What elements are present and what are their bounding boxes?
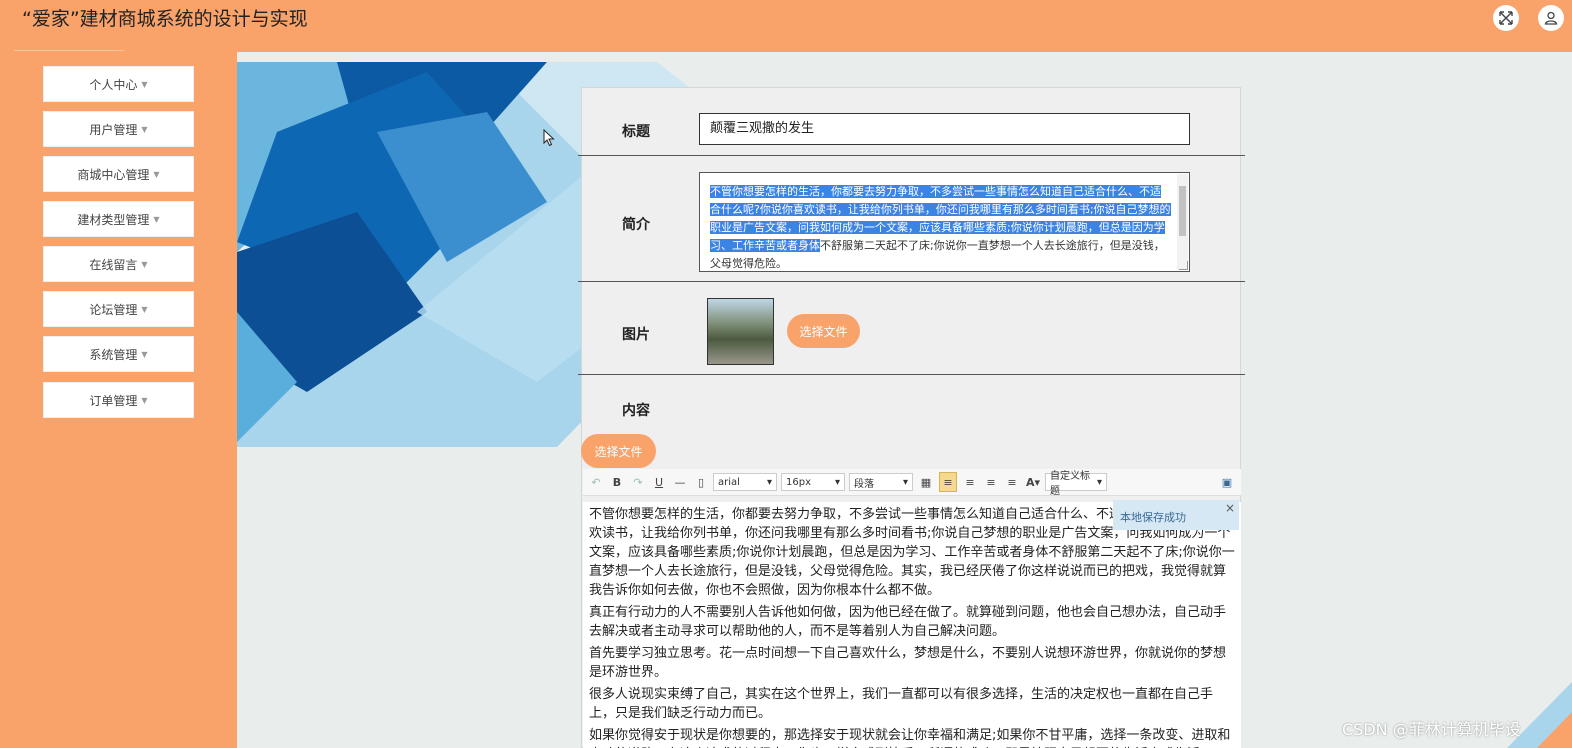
editor-paragraph: 如果你觉得安于现状是你想要的，那选择安于现状就会让你幸福和满足;如果你不甘平庸，… <box>589 728 1231 748</box>
mouse-cursor-icon <box>543 129 555 147</box>
choose-content-file-button[interactable]: 选择文件 <box>581 434 656 468</box>
preview-icon[interactable]: ▣ <box>1219 473 1235 491</box>
editor-toolbar: ↶ B ↷ U — ▯ arial ▾ 16px ▾ 段落 ▾ ▦ ≡ ≡ ≡ ≡ A… <box>583 469 1241 497</box>
custom-title-value: 自定义标题 <box>1050 471 1090 497</box>
undo-icon[interactable]: ↶ <box>588 473 604 491</box>
chevron-down-icon: ▼ <box>141 349 148 359</box>
sidebar-item-label: 在线留言 <box>89 257 138 272</box>
image-label: 图片 <box>622 327 650 343</box>
image-thumbnail <box>707 298 774 365</box>
resize-handle[interactable] <box>1179 261 1188 270</box>
chevron-down-icon: ▾ <box>834 476 840 488</box>
sidebar-item-label: 建材类型管理 <box>77 212 150 227</box>
table-icon[interactable]: ▦ <box>918 473 934 491</box>
sidebar-item-system[interactable]: 系统管理 ▼ <box>43 336 194 372</box>
redo-icon[interactable]: ↷ <box>630 473 646 491</box>
textarea-scrollbar[interactable] <box>1177 174 1188 270</box>
close-icon[interactable]: × <box>1225 501 1235 515</box>
intro-textarea[interactable]: 不管你想要怎样的生活，你都要去努力争取，不多尝试一些事情怎么知道自己适合什么、不… <box>699 172 1190 272</box>
content-label: 内容 <box>622 403 650 419</box>
top-bar: “爱家”建材商城系统的设计与实现 <box>0 0 1572 52</box>
font-family-value: arial <box>718 476 740 488</box>
toast-message: 本地保存成功 <box>1120 511 1186 524</box>
sidebar-item-label: 论坛管理 <box>89 302 138 317</box>
chevron-down-icon: ▼ <box>141 304 148 314</box>
sidebar-item-personal-center[interactable]: 个人中心 ▼ <box>43 66 194 102</box>
document-icon[interactable]: ▯ <box>693 473 709 491</box>
horizontal-rule-icon[interactable]: — <box>672 473 688 491</box>
app-title: “爱家”建材商城系统的设计与实现 <box>22 8 308 30</box>
align-center-icon[interactable]: ≡ <box>983 473 999 491</box>
sidebar-item-mall-center[interactable]: 商城中心管理 ▼ <box>43 156 194 192</box>
align-right-icon[interactable]: ≡ <box>962 473 978 491</box>
title-underline <box>14 50 124 51</box>
editor-paragraph: 真正有行动力的人不需要别人告诉他如何做，因为他已经在做了。就算碰到问题，他也会自… <box>589 605 1227 639</box>
font-size-value: 16px <box>786 476 811 488</box>
title-input[interactable]: 颠覆三观撒的发生 <box>699 113 1190 145</box>
sidebar-item-forum[interactable]: 论坛管理 ▼ <box>43 291 194 327</box>
sidebar-item-label: 订单管理 <box>89 393 138 408</box>
bold-icon[interactable]: B <box>609 473 625 491</box>
title-label: 标题 <box>622 124 650 140</box>
choose-image-button[interactable]: 选择文件 <box>787 314 860 348</box>
row-divider <box>578 374 1245 375</box>
fullscreen-icon[interactable] <box>1493 5 1519 31</box>
chevron-down-icon: ▾ <box>1096 476 1102 488</box>
user-icon[interactable] <box>1538 5 1564 31</box>
rich-text-editor[interactable]: 不管你想要怎样的生活，你都要去努力争取，不多尝试一些事情怎么知道自己适合什么、不… <box>583 502 1241 748</box>
scrollbar-thumb[interactable] <box>1179 186 1186 236</box>
sidebar-item-label: 个人中心 <box>89 77 138 92</box>
chevron-down-icon: ▼ <box>141 395 148 405</box>
font-family-select[interactable]: arial ▾ <box>713 473 777 491</box>
editor-paragraph: 首先要学习独立思考。花一点时间想一下自己喜欢什么，梦想是什么，不要别人说想环游世… <box>589 646 1227 680</box>
sidebar-item-material-types[interactable]: 建材类型管理 ▼ <box>43 201 194 237</box>
align-left-icon[interactable]: ≡ <box>939 472 957 492</box>
sidebar-item-orders[interactable]: 订单管理 ▼ <box>43 382 194 418</box>
row-divider <box>578 155 1245 156</box>
chevron-down-icon: ▾ <box>766 476 772 488</box>
chevron-down-icon: ▾ <box>902 476 908 488</box>
sidebar-item-label: 用户管理 <box>89 122 138 137</box>
sidebar-item-label: 商城中心管理 <box>77 167 150 182</box>
watermark: CSDN @菲林计算机毕设 <box>1342 720 1521 739</box>
chevron-down-icon: ▼ <box>153 214 160 224</box>
chevron-down-icon: ▼ <box>141 259 148 269</box>
custom-title-select[interactable]: 自定义标题 ▾ <box>1045 471 1107 497</box>
editor-paragraph: 很多人说现实束缚了自己，其实在这个世界上，我们一直都可以有很多选择，生活的决定权… <box>589 687 1214 721</box>
intro-label: 简介 <box>622 217 650 233</box>
align-justify-icon[interactable]: ≡ <box>1004 473 1020 491</box>
sidebar-item-messages[interactable]: 在线留言 ▼ <box>43 246 194 282</box>
chevron-down-icon: ▼ <box>141 79 148 89</box>
font-color-icon[interactable]: A▾ <box>1025 473 1041 491</box>
sidebar-item-user-management[interactable]: 用户管理 ▼ <box>43 111 194 147</box>
chevron-down-icon: ▼ <box>141 124 148 134</box>
row-divider <box>578 281 1245 282</box>
paragraph-select[interactable]: 段落 ▾ <box>849 473 913 491</box>
font-size-select[interactable]: 16px ▾ <box>781 473 845 491</box>
paragraph-value: 段落 <box>854 478 874 490</box>
chevron-down-icon: ▼ <box>153 169 160 179</box>
save-toast: 本地保存成功 × <box>1113 500 1239 530</box>
underline-icon[interactable]: U <box>651 473 667 491</box>
sidebar-item-label: 系统管理 <box>89 347 138 362</box>
